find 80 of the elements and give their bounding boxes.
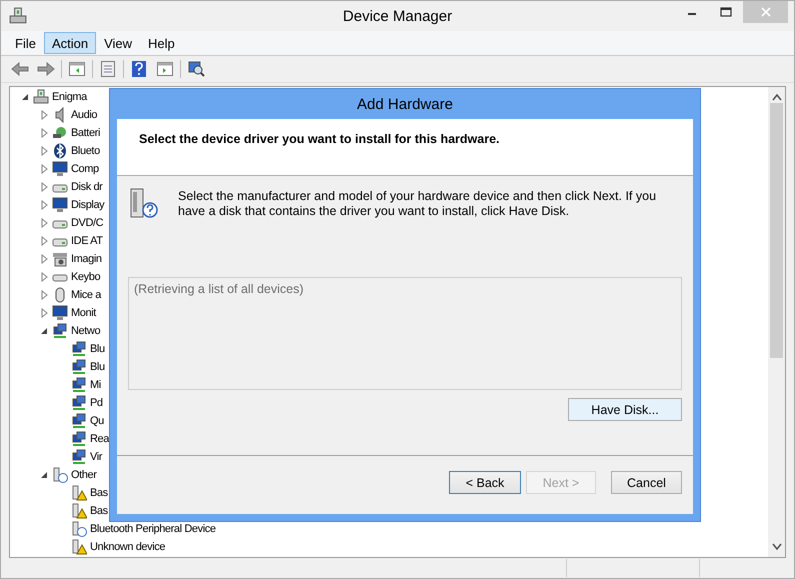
scrollbar-thumb[interactable] — [770, 103, 783, 358]
window-title: Device Manager — [342, 8, 452, 24]
expanded-arrow-icon[interactable] — [39, 326, 49, 336]
tree-item-label[interactable]: Qu — [90, 415, 104, 427]
collapsed-arrow-icon[interactable] — [39, 254, 49, 264]
tree-item-label[interactable]: Blueto — [71, 145, 100, 157]
tree-item-label[interactable]: Bas — [90, 505, 108, 517]
scroll-up-icon[interactable] — [772, 93, 782, 101]
monitor-icon — [52, 197, 68, 213]
computer-icon — [33, 89, 49, 105]
collapsed-arrow-icon[interactable] — [39, 218, 49, 228]
collapsed-arrow-icon[interactable] — [39, 182, 49, 192]
menu-item[interactable]: Action — [44, 32, 96, 54]
bluetooth-icon — [52, 143, 68, 159]
tree-item-label[interactable]: Disk dr — [71, 181, 102, 193]
tree-item-label[interactable]: Imagin — [71, 253, 102, 265]
expanded-arrow-icon[interactable] — [39, 470, 49, 480]
collapsed-arrow-icon[interactable] — [39, 272, 49, 282]
tree-item-label[interactable]: Rea — [90, 433, 109, 445]
collapsed-arrow-icon[interactable] — [39, 308, 49, 318]
tree-item-label[interactable]: Mi — [90, 379, 101, 391]
tree-item-label[interactable]: DVD/C — [71, 217, 104, 229]
device-manager-icon — [9, 7, 27, 25]
tree-item-label[interactable]: Comp — [71, 163, 99, 175]
tree-item-label[interactable]: Netwo — [71, 325, 100, 337]
collapsed-arrow-icon[interactable] — [39, 110, 49, 120]
network-icon — [71, 359, 87, 375]
tree-item-label[interactable]: Other — [71, 469, 97, 481]
warning-device-icon — [71, 539, 87, 555]
tree-item-label[interactable]: Mice a — [71, 289, 101, 301]
network-icon — [71, 377, 87, 393]
network-icon — [52, 323, 68, 339]
dialog-heading: Select the device driver you want to install for this hardware. — [139, 132, 500, 146]
camera-icon — [52, 251, 68, 267]
warning-device-icon — [71, 485, 87, 501]
tree-item-label[interactable]: Pd — [90, 397, 103, 409]
tree-item-label[interactable]: Blu — [90, 343, 105, 355]
device-list[interactable]: (Retrieving a list of all devices) — [128, 277, 682, 390]
menu-item[interactable]: Help — [140, 32, 183, 54]
list-placeholder: (Retrieving a list of all devices) — [134, 282, 304, 296]
network-icon — [71, 431, 87, 447]
wizard-button[interactable]: Cancel — [611, 471, 682, 494]
network-icon — [71, 395, 87, 411]
network-icon — [71, 449, 87, 465]
tree-item-label[interactable]: Bas — [90, 487, 108, 499]
tree-item-label[interactable]: Audio — [71, 109, 98, 121]
monitor-icon — [52, 161, 68, 177]
unknown-device-icon — [128, 188, 160, 220]
network-icon — [71, 413, 87, 429]
expanded-arrow-icon[interactable] — [20, 92, 30, 102]
monitor-icon — [52, 305, 68, 321]
tree-item-label[interactable]: Bluetooth Peripheral Device — [90, 523, 216, 535]
dialog-title: Add Hardware — [356, 94, 454, 114]
dialog-description: Select the manufacturer and model of your hardware device and then click Next. If you have a disk that contains the driver you want to install, click Have Disk. — [178, 189, 658, 220]
collapsed-arrow-icon[interactable] — [39, 128, 49, 138]
network-icon — [71, 341, 87, 357]
scroll-down-icon[interactable] — [772, 543, 782, 551]
unknown-device-icon — [71, 521, 87, 537]
collapsed-arrow-icon[interactable] — [39, 146, 49, 156]
tree-item-label[interactable]: Monit — [71, 307, 96, 319]
tree-item-label[interactable]: Batteri — [71, 127, 100, 139]
collapsed-arrow-icon[interactable] — [39, 164, 49, 174]
tree-item-label[interactable]: IDE AT — [71, 235, 103, 247]
tree-item-label[interactable]: Keybo — [71, 271, 100, 283]
have-disk-button[interactable]: Have Disk... — [568, 398, 682, 421]
unknown-device-icon — [52, 467, 68, 483]
collapsed-arrow-icon[interactable] — [39, 200, 49, 210]
warning-device-icon — [71, 503, 87, 519]
menu-item[interactable]: View — [96, 32, 140, 54]
tree-item-label[interactable]: Blu — [90, 361, 105, 373]
scrollbar[interactable] — [768, 87, 785, 557]
tree-item-label[interactable]: Unknown device — [90, 541, 166, 553]
tree-item-label[interactable]: Enigma — [52, 91, 87, 103]
menu-item[interactable]: File — [7, 32, 44, 54]
tree-item-label[interactable]: Display — [71, 199, 104, 211]
tree-item-label[interactable]: Vir — [90, 451, 102, 463]
maximize-icon[interactable] — [720, 7, 732, 17]
collapsed-arrow-icon[interactable] — [39, 290, 49, 300]
wizard-button[interactable]: < Back — [449, 471, 521, 494]
collapsed-arrow-icon[interactable] — [39, 236, 49, 246]
